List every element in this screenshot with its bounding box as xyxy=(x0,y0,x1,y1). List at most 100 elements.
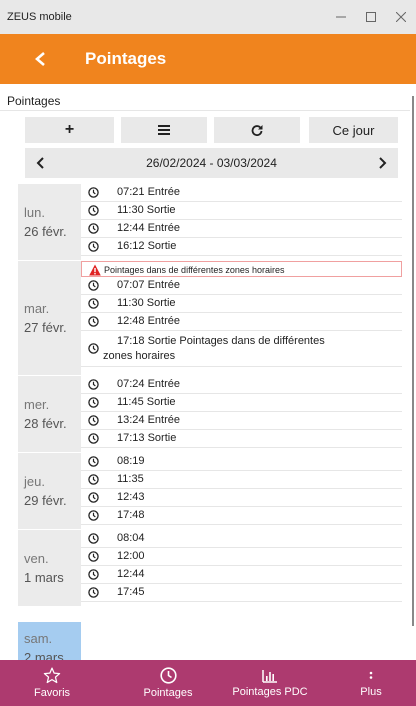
entry-list: Pointages dans de différentes zones hora… xyxy=(81,261,402,367)
entry-row[interactable]: 08:04 xyxy=(81,530,402,548)
entry-text: 17:45 xyxy=(117,586,145,598)
clock-icon xyxy=(88,533,99,544)
window-titlebar: ZEUS mobile xyxy=(0,0,416,34)
chevron-left-icon xyxy=(36,157,44,169)
clock-icon xyxy=(88,379,99,390)
day-cell[interactable]: ven. 1 mars xyxy=(18,530,81,606)
clock-icon xyxy=(88,510,99,521)
clock-icon xyxy=(88,433,99,444)
entry-row[interactable]: 07:24 Entrée xyxy=(81,376,402,394)
today-button[interactable]: Ce jour xyxy=(309,117,398,143)
entry-text: 11:30 Sortie xyxy=(117,297,176,309)
entry-text: 12:48 Entrée xyxy=(117,315,180,327)
clock-icon xyxy=(88,492,99,503)
nav-plus-label: Plus xyxy=(360,685,382,698)
previous-week-button[interactable] xyxy=(25,148,55,178)
entry-text: 11:45 Sortie xyxy=(117,396,176,408)
entry-text: 12:44 Entrée xyxy=(117,222,180,234)
day-group-saturday: sam. 2 mars xyxy=(18,622,402,660)
entry-text: 17:18 Sortie Pointages dans de différent… xyxy=(117,335,325,347)
day-date: 28 févr. xyxy=(24,416,67,431)
entry-row[interactable]: 12:44 xyxy=(81,566,402,584)
more-vertical-icon xyxy=(369,671,373,679)
nav-favoris[interactable]: Favoris xyxy=(0,660,104,706)
app-header: Pointages xyxy=(0,34,416,84)
entry-row[interactable]: 11:45 Sortie xyxy=(81,394,402,412)
day-weekday: jeu. xyxy=(24,474,45,489)
entry-row[interactable]: 17:45 xyxy=(81,584,402,602)
section-label: Pointages xyxy=(7,94,61,108)
next-week-button[interactable] xyxy=(368,148,398,178)
nav-pointages-pdc-label: Pointages PDC xyxy=(232,685,308,698)
nav-pointages-pdc[interactable]: Pointages PDC xyxy=(218,660,322,706)
nav-pointages[interactable]: Pointages xyxy=(116,660,220,706)
scrollbar-thumb[interactable] xyxy=(412,96,414,626)
warning-text: Pointages dans de différentes zones hora… xyxy=(104,265,285,275)
refresh-button[interactable] xyxy=(214,117,300,143)
add-label: + xyxy=(64,121,75,138)
minimize-icon xyxy=(336,16,346,18)
entry-row[interactable]: 07:07 Entrée xyxy=(81,277,402,295)
day-group-thursday: jeu. 29 févr. 08:19 11:35 12:43 17:48 xyxy=(18,453,402,529)
warning-row: Pointages dans de différentes zones hora… xyxy=(81,261,402,277)
entry-row[interactable]: 08:19 xyxy=(81,453,402,471)
minimize-button[interactable] xyxy=(326,0,356,34)
star-outline-icon xyxy=(43,667,61,684)
nav-favoris-label: Favoris xyxy=(33,687,71,699)
clock-icon xyxy=(88,456,99,467)
entry-text: 11:30 Sortie xyxy=(117,204,176,216)
entry-text: 12:00 xyxy=(117,550,145,562)
day-cell[interactable]: jeu. 29 févr. xyxy=(18,453,81,529)
bottom-navigation: Favoris Pointages Pointages PDC Plus xyxy=(0,660,416,706)
entry-row[interactable]: 12:44 Entrée xyxy=(81,220,402,238)
clock-icon xyxy=(88,415,99,426)
day-cell[interactable]: mar. 27 févr. xyxy=(18,261,81,375)
entry-text: 13:24 Entrée xyxy=(117,414,180,426)
entry-row[interactable]: 11:30 Sortie xyxy=(81,202,402,220)
date-range: 26/02/2024 - 03/03/2024 xyxy=(146,156,277,170)
warning-icon xyxy=(89,264,101,276)
add-button[interactable]: + xyxy=(25,117,114,143)
entry-row[interactable]: 12:00 xyxy=(81,548,402,566)
entry-text: 11:35 xyxy=(117,473,144,485)
entry-row[interactable]: 17:18 Sortie Pointages dans de différent… xyxy=(81,331,402,367)
clock-icon xyxy=(88,474,99,485)
day-date: 26 févr. xyxy=(24,224,67,239)
entry-row[interactable]: 16:12 Sortie xyxy=(81,238,402,256)
entry-text: 12:43 xyxy=(117,491,145,503)
day-cell[interactable]: sam. 2 mars xyxy=(18,622,81,660)
chevron-right-icon xyxy=(379,157,387,169)
day-weekday: ven. xyxy=(24,551,49,566)
clock-icon xyxy=(88,280,99,291)
day-weekday: lun. xyxy=(24,205,45,220)
entry-row[interactable]: 11:30 Sortie xyxy=(81,295,402,313)
entry-row[interactable]: 13:24 Entrée xyxy=(81,412,402,430)
day-group-monday: lun. 26 févr. 07:21 Entrée 11:30 Sortie … xyxy=(18,184,402,260)
nav-plus[interactable]: Plus xyxy=(326,660,416,706)
list-view-button[interactable] xyxy=(121,117,207,143)
entry-row[interactable]: 12:43 xyxy=(81,489,402,507)
entry-row[interactable]: 07:21 Entrée xyxy=(81,184,402,202)
entry-row[interactable]: 17:48 xyxy=(81,507,402,525)
main-content: Pointages + Ce jour 26/02/2024 - 03/03/2… xyxy=(0,84,416,660)
entry-row[interactable]: 11:35 xyxy=(81,471,402,489)
entry-row[interactable]: 17:13 Sortie xyxy=(81,430,402,448)
refresh-icon xyxy=(251,125,263,136)
day-date: 27 févr. xyxy=(24,320,67,335)
clock-icon xyxy=(88,569,99,580)
clock-icon xyxy=(88,298,99,309)
entry-list: 08:04 12:00 12:44 17:45 xyxy=(81,530,402,602)
day-cell[interactable]: lun. 26 févr. xyxy=(18,184,81,260)
day-cell[interactable]: mer. 28 févr. xyxy=(18,376,81,452)
entry-row[interactable]: 12:48 Entrée xyxy=(81,313,402,331)
nav-pointages-label: Pointages xyxy=(143,687,193,699)
entry-list: 07:21 Entrée 11:30 Sortie 12:44 Entrée 1… xyxy=(81,184,402,256)
section-divider xyxy=(0,110,410,111)
close-button[interactable] xyxy=(386,0,416,34)
today-label: Ce jour xyxy=(332,122,375,138)
maximize-button[interactable] xyxy=(356,0,386,34)
day-weekday: mer. xyxy=(24,397,50,412)
clock-icon xyxy=(88,241,99,252)
back-button[interactable] xyxy=(0,34,80,84)
window-title: ZEUS mobile xyxy=(7,11,72,23)
